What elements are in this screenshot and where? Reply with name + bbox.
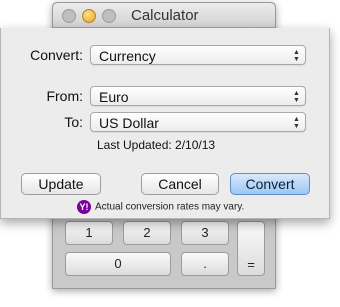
popup-arrows-icon: ▲ ▼ [293,90,300,104]
convert-type-label: Convert: [30,47,83,63]
calculator-titlebar: Calculator [53,3,275,28]
disclaimer: Y! Actual conversion rates may vary. [77,200,244,214]
zoom-window-button[interactable] [102,9,116,23]
to-label: To: [64,114,83,130]
popup-arrows-icon: ▲ ▼ [293,116,300,130]
calculator-keypad: 1 2 3 0 . = [59,213,269,288]
from-label: From: [46,88,83,104]
to-currency-popup[interactable]: US Dollar ▲ ▼ [90,112,306,132]
from-currency-value: Euro [99,89,129,105]
from-currency-popup[interactable]: Euro ▲ ▼ [90,86,306,106]
key-equals[interactable]: = [237,221,265,276]
convert-button[interactable]: Convert [230,173,310,195]
yahoo-logo-icon: Y! [77,200,91,214]
update-button[interactable]: Update [21,173,101,195]
disclaimer-text: Actual conversion rates may vary. [95,201,245,213]
close-window-button[interactable] [62,9,76,23]
cancel-button[interactable]: Cancel [141,173,219,195]
key-decimal[interactable]: . [181,252,229,276]
conversion-sheet: Convert: Currency ▲ ▼ From: Euro ▲ ▼ To: U… [0,28,330,219]
minimize-window-button[interactable] [82,9,96,23]
convert-type-value: Currency [99,48,156,64]
key-3[interactable]: 3 [181,221,229,245]
key-1[interactable]: 1 [65,221,113,245]
to-currency-value: US Dollar [99,115,159,131]
convert-type-popup[interactable]: Currency ▲ ▼ [90,45,306,65]
key-0[interactable]: 0 [65,252,171,276]
last-updated-text: Last Updated: 2/10/13 [97,138,216,152]
popup-arrows-icon: ▲ ▼ [293,49,300,63]
window-title: Calculator [131,7,199,24]
key-2[interactable]: 2 [123,221,171,245]
